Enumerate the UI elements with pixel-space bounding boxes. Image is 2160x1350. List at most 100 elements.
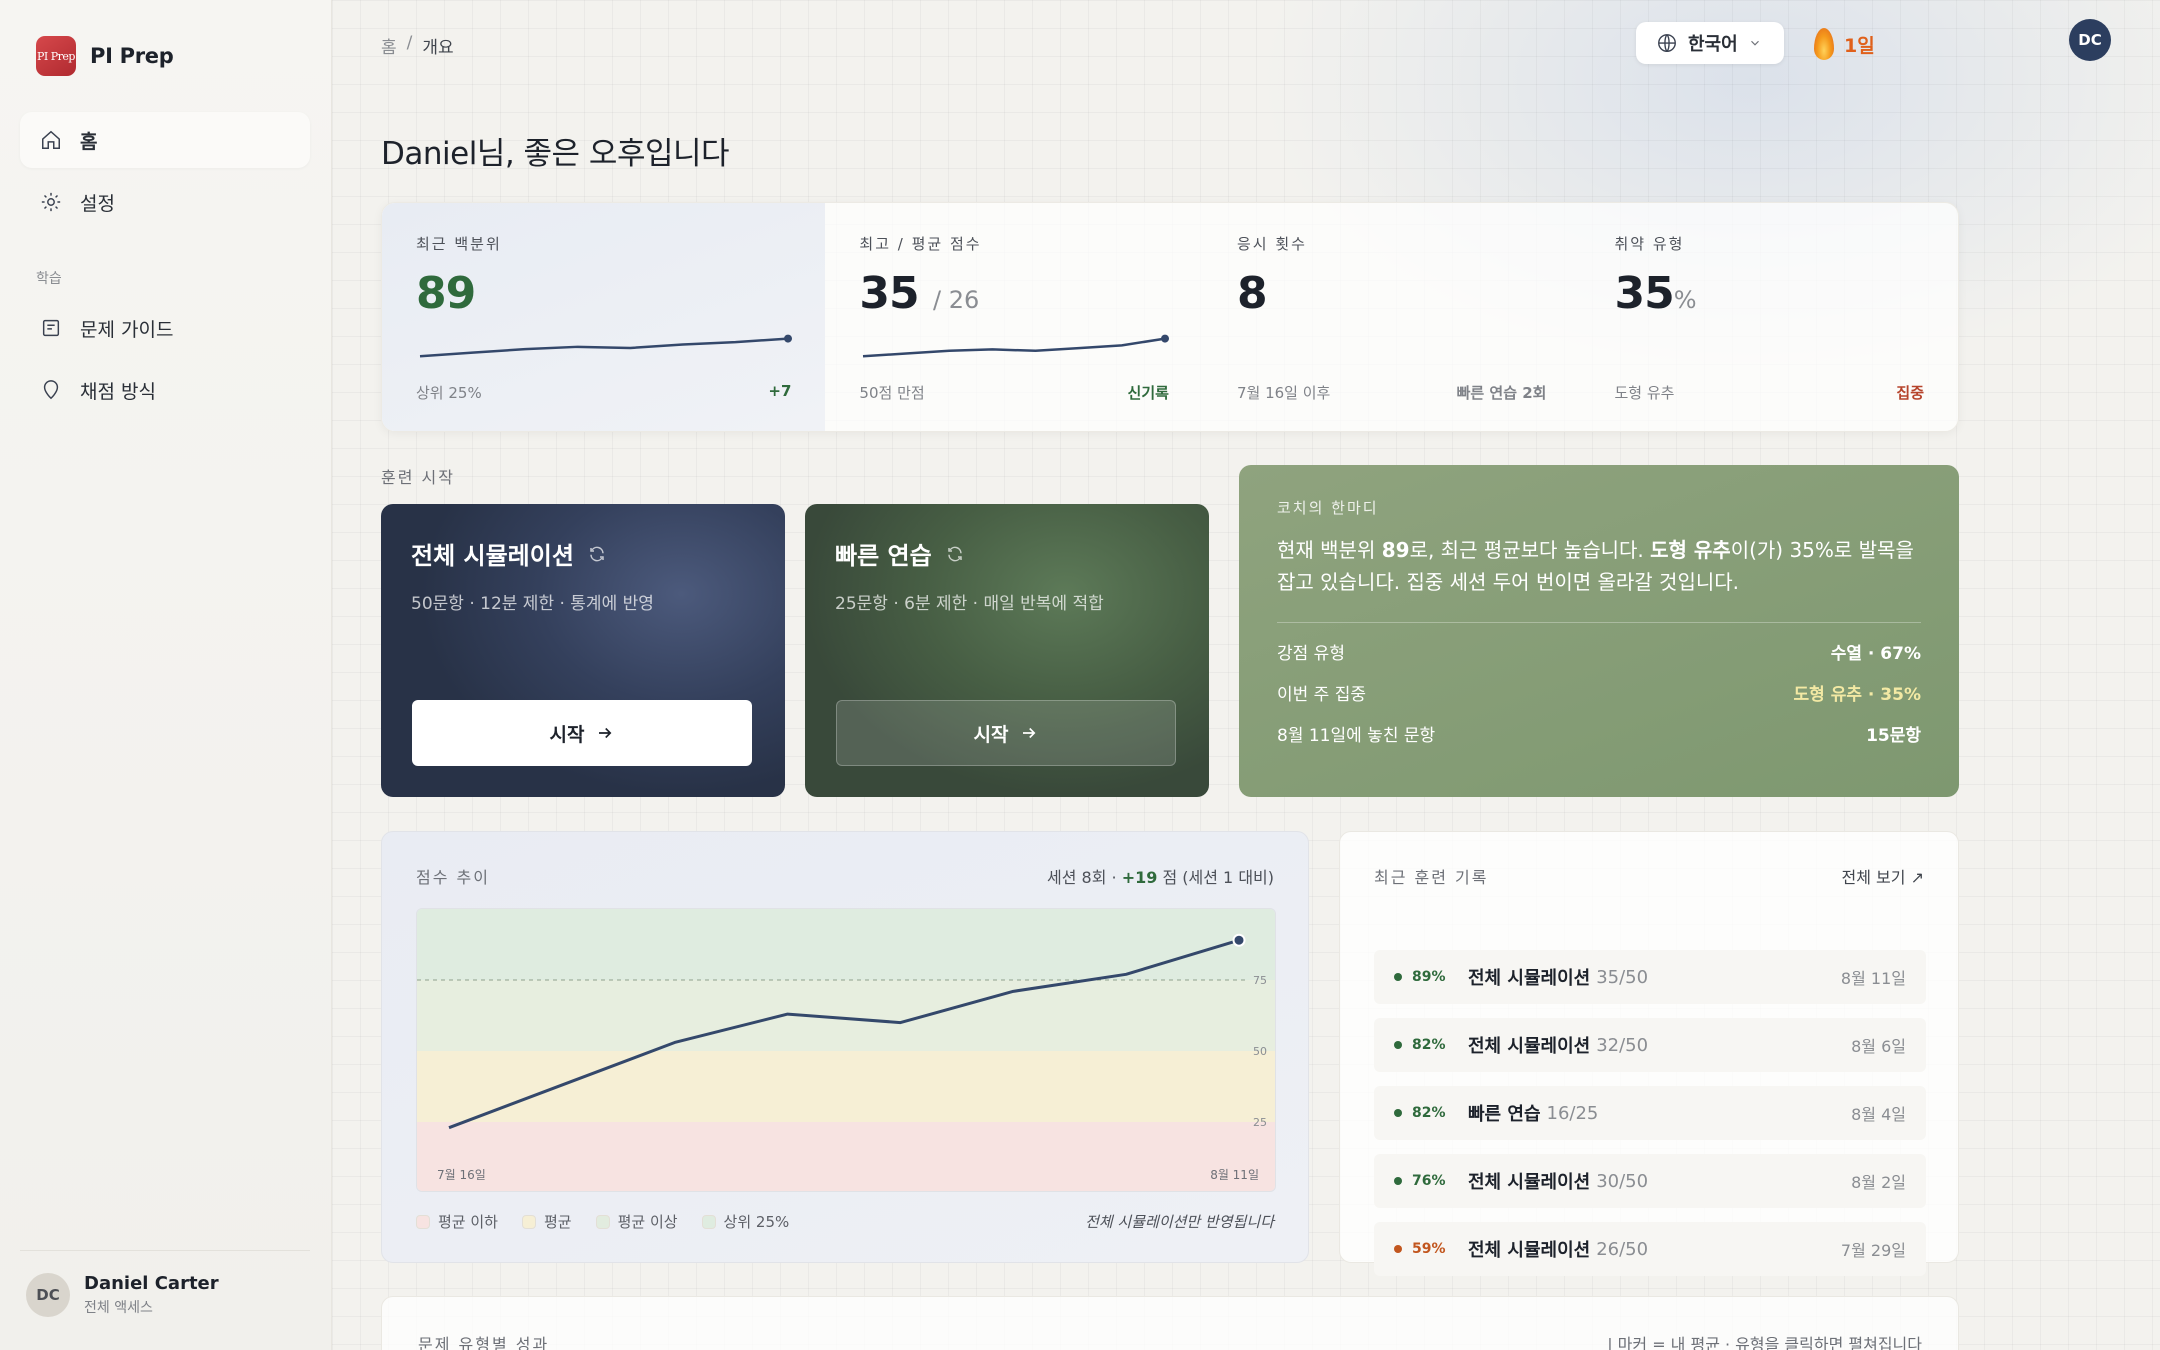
breadcrumb-home[interactable]: 홈 bbox=[381, 33, 397, 58]
language-select[interactable]: 한국어 bbox=[1636, 22, 1784, 64]
coach-row: 8월 11일에 놓친 문항 15문항 bbox=[1277, 726, 1921, 746]
stat-percentile: 최근 백분위 89 상위 25% +7 bbox=[382, 203, 826, 431]
user-plan: 전체 액세스 bbox=[84, 1300, 153, 1316]
y-tick-label: 25 bbox=[1253, 1116, 1267, 1129]
document-icon bbox=[42, 319, 60, 337]
sidebar-item-scoring[interactable]: 채점 방식 bbox=[20, 362, 310, 418]
sidebar-item-settings[interactable]: 설정 bbox=[20, 174, 310, 230]
sidebar-item-home[interactable]: 홈 bbox=[20, 112, 310, 168]
arrow-right-icon bbox=[1023, 727, 1036, 739]
session-name: 전체 시뮬레이션 bbox=[1468, 1240, 1591, 1261]
x-tick-label: 8월 11일 bbox=[1210, 1168, 1259, 1182]
stat-foot-left: 도형 유추 bbox=[1614, 384, 1675, 402]
legend-item: 상위 25% bbox=[701, 1211, 789, 1232]
recent-training-card: 최근 훈련 기록 전체 보기 ↗ 89% 전체 시뮬레이션 35/50 8월 11일 8… bbox=[1339, 831, 1959, 1276]
sparkline-percentile bbox=[419, 334, 792, 358]
list-item[interactable]: 59% 전체 시뮬레이션 26/50 7월 29일 bbox=[1374, 1222, 1926, 1276]
start-quick-practice-button[interactable]: 시작 bbox=[836, 700, 1176, 766]
stat-foot-right: +7 bbox=[768, 382, 792, 400]
status-dot bbox=[1394, 1109, 1402, 1117]
view-all-link[interactable]: 전체 보기 ↗ bbox=[1842, 864, 1924, 888]
sparkline-end-point bbox=[784, 334, 792, 343]
chart-band bbox=[417, 980, 1275, 1051]
streak-count: 1일 bbox=[1844, 34, 1875, 57]
status-dot bbox=[1394, 1041, 1402, 1049]
stat-foot-right: 집중 bbox=[1896, 384, 1925, 402]
coach-card: 코치의 한마디 현재 백분위 89로, 최근 평균보다 높습니다. 도형 유추이… bbox=[1239, 465, 1959, 797]
list-item[interactable]: 82% 전체 시뮬레이션 32/50 8월 6일 bbox=[1374, 1018, 1926, 1072]
x-tick-label: 7월 16일 bbox=[437, 1168, 486, 1182]
home-icon bbox=[42, 130, 60, 149]
session-name: 전체 시뮬레이션 bbox=[1468, 1036, 1591, 1057]
card-title: 전체 시뮬레이션 bbox=[411, 542, 574, 570]
stat-value: 89 bbox=[416, 268, 476, 319]
stat-value: 35 / 26 bbox=[859, 268, 980, 319]
sidebar-section-label: 학습 bbox=[36, 271, 62, 287]
latest-point bbox=[1232, 933, 1246, 947]
sidebar-item-label: 홈 bbox=[80, 130, 98, 153]
session-date: 8월 4일 bbox=[1851, 1105, 1906, 1124]
sidebar: PI Prep PI Prep 홈 설정 학습 문제 가이드 채점 방식 DC … bbox=[0, 0, 332, 1350]
stat-foot-right: 빠른 연습 2회 bbox=[1456, 384, 1547, 402]
y-tick-label: 75 bbox=[1253, 974, 1267, 987]
stat-foot-left: 상위 25% bbox=[416, 384, 482, 402]
account-avatar[interactable]: DC bbox=[2069, 19, 2111, 61]
legend-item: 평균 이하 bbox=[416, 1211, 498, 1232]
sidebar-item-label: 채점 방식 bbox=[80, 380, 156, 403]
coach-row: 이번 주 집중 도형 유추 · 35% bbox=[1277, 685, 1921, 705]
stat-label: 취약 유형 bbox=[1614, 235, 1685, 253]
session-date: 8월 11일 bbox=[1840, 969, 1906, 988]
section-title: 문제 유형별 성과 bbox=[418, 1335, 550, 1350]
coach-message: 현재 백분위 89로, 최근 평균보다 높습니다. 도형 유추이(가) 35%로… bbox=[1277, 534, 1921, 623]
flame-icon bbox=[1814, 28, 1834, 60]
session-name: 전체 시뮬레이션 bbox=[1468, 1172, 1591, 1193]
list-item[interactable]: 82% 빠른 연습 16/25 8월 4일 bbox=[1374, 1086, 1926, 1140]
legend-item: 평균 이상 bbox=[595, 1211, 678, 1232]
refresh-icon bbox=[947, 546, 962, 561]
sparkline-score bbox=[863, 334, 1170, 358]
chart-legend: 평균 이하 평균 평균 이상 상위 25% 전체 시뮬레이션만 반영됩니다 bbox=[416, 1211, 1274, 1232]
training-section-label: 훈련 시작 bbox=[381, 468, 455, 487]
percentile: 59% bbox=[1412, 1241, 1446, 1257]
arrow-right-icon bbox=[599, 727, 612, 739]
card-subtitle: 50문항 · 12분 제한 · 통계에 반영 bbox=[411, 594, 654, 614]
type-performance-card: 문제 유형별 성과 | 마커 = 내 평균 · 유형을 클릭하면 펼쳐집니다 bbox=[381, 1296, 1959, 1350]
user-name: Daniel Carter bbox=[84, 1273, 219, 1294]
status-dot bbox=[1394, 1177, 1402, 1185]
sidebar-item-question-guide[interactable]: 문제 가이드 bbox=[20, 300, 310, 356]
trend-label: 점수 추이 bbox=[416, 868, 490, 887]
recent-label: 최근 훈련 기록 bbox=[1374, 868, 1489, 887]
percentile: 82% bbox=[1412, 1037, 1446, 1053]
stat-attempts: 응시 횟수 8 7월 16일 이후 빠른 연습 2회 bbox=[1203, 203, 1581, 431]
stat-value: 8 bbox=[1236, 268, 1268, 319]
coach-label: 코치의 한마디 bbox=[1277, 499, 1379, 517]
stat-weak-type: 취약 유형 35% 도형 유추 집중 bbox=[1580, 203, 1958, 431]
quick-practice-card: 빠른 연습 25문항 · 6분 제한 · 매일 반복에 적합 시작 bbox=[805, 504, 1209, 797]
stat-best-avg: 최고 / 평균 점수 35 / 26 50점 만점 신기록 bbox=[825, 203, 1203, 431]
gear-icon bbox=[41, 192, 61, 212]
language-label: 한국어 bbox=[1688, 34, 1738, 55]
streak-indicator: 1일 bbox=[1814, 28, 1875, 60]
refresh-icon bbox=[590, 546, 604, 561]
percentile: 82% bbox=[1412, 1105, 1446, 1121]
session-score: 26/50 bbox=[1596, 1238, 1649, 1260]
chart-note: 전체 시뮬레이션만 반영됩니다 bbox=[1085, 1213, 1274, 1231]
stats-panel: 최근 백분위 89 상위 25% +7 최고 / 평균 점수 35 / 26 5… bbox=[381, 202, 1959, 432]
pin-icon bbox=[43, 380, 59, 400]
stat-label: 최고 / 평균 점수 bbox=[859, 235, 982, 253]
full-simulation-card: 전체 시뮬레이션 50문항 · 12분 제한 · 통계에 반영 시작 bbox=[381, 504, 785, 797]
legend-item: 평균 bbox=[521, 1211, 572, 1232]
stat-foot-left: 7월 16일 이후 bbox=[1236, 384, 1331, 402]
coach-row: 강점 유형 수열 · 67% bbox=[1277, 644, 1921, 664]
percentile: 89% bbox=[1412, 969, 1446, 985]
score-chart: 75 50 25 7월 16일 8월 11일 bbox=[416, 908, 1276, 1192]
list-item[interactable]: 76% 전체 시뮬레이션 30/50 8월 2일 bbox=[1374, 1154, 1926, 1208]
start-full-simulation-button[interactable]: 시작 bbox=[412, 700, 752, 766]
brand-logo: PI Prep bbox=[36, 36, 76, 76]
card-title: 빠른 연습 bbox=[835, 542, 932, 570]
session-score: 32/50 bbox=[1596, 1034, 1649, 1056]
brand[interactable]: PI Prep PI Prep bbox=[36, 36, 174, 76]
list-item[interactable]: 89% 전체 시뮬레이션 35/50 8월 11일 bbox=[1374, 950, 1926, 1004]
user-profile[interactable]: DC Daniel Carter 전체 액세스 bbox=[20, 1250, 310, 1317]
score-trend-card: 점수 추이 세션 8회 · +19 점 (세션 1 대비) 75 50 25 7월 1… bbox=[381, 831, 1309, 1263]
